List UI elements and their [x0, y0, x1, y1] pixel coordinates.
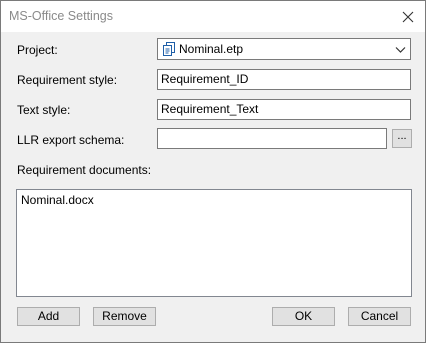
add-button[interactable]: Add [17, 307, 80, 326]
requirement-style-label: Requirement style: [17, 73, 118, 87]
requirement-documents-list[interactable]: Nominal.docx [16, 189, 412, 297]
project-label: Project: [17, 43, 58, 57]
close-button[interactable] [391, 1, 425, 32]
browse-button[interactable]: ... [392, 129, 412, 148]
requirement-style-input[interactable]: Requirement_ID [157, 69, 411, 90]
cancel-button[interactable]: Cancel [348, 307, 411, 326]
project-dropdown[interactable]: Nominal.etp [157, 38, 411, 60]
document-icon [163, 42, 175, 56]
llr-export-schema-input[interactable] [157, 128, 387, 149]
ms-office-settings-dialog: MS-Office Settings Project: Nominal.etp … [0, 0, 426, 343]
project-value: Nominal.etp [179, 42, 244, 56]
window-title: MS-Office Settings [9, 9, 113, 23]
list-item[interactable]: Nominal.docx [21, 193, 94, 207]
text-style-input[interactable]: Requirement_Text [157, 99, 411, 120]
title-bar[interactable]: MS-Office Settings [1, 1, 425, 32]
ok-button[interactable]: OK [272, 307, 335, 326]
chevron-down-icon[interactable] [395, 44, 406, 55]
requirement-documents-label: Requirement documents: [17, 163, 152, 177]
close-icon [402, 11, 414, 22]
llr-export-schema-label: LLR export schema: [17, 133, 125, 147]
text-style-label: Text style: [17, 103, 71, 117]
remove-button[interactable]: Remove [93, 307, 156, 326]
